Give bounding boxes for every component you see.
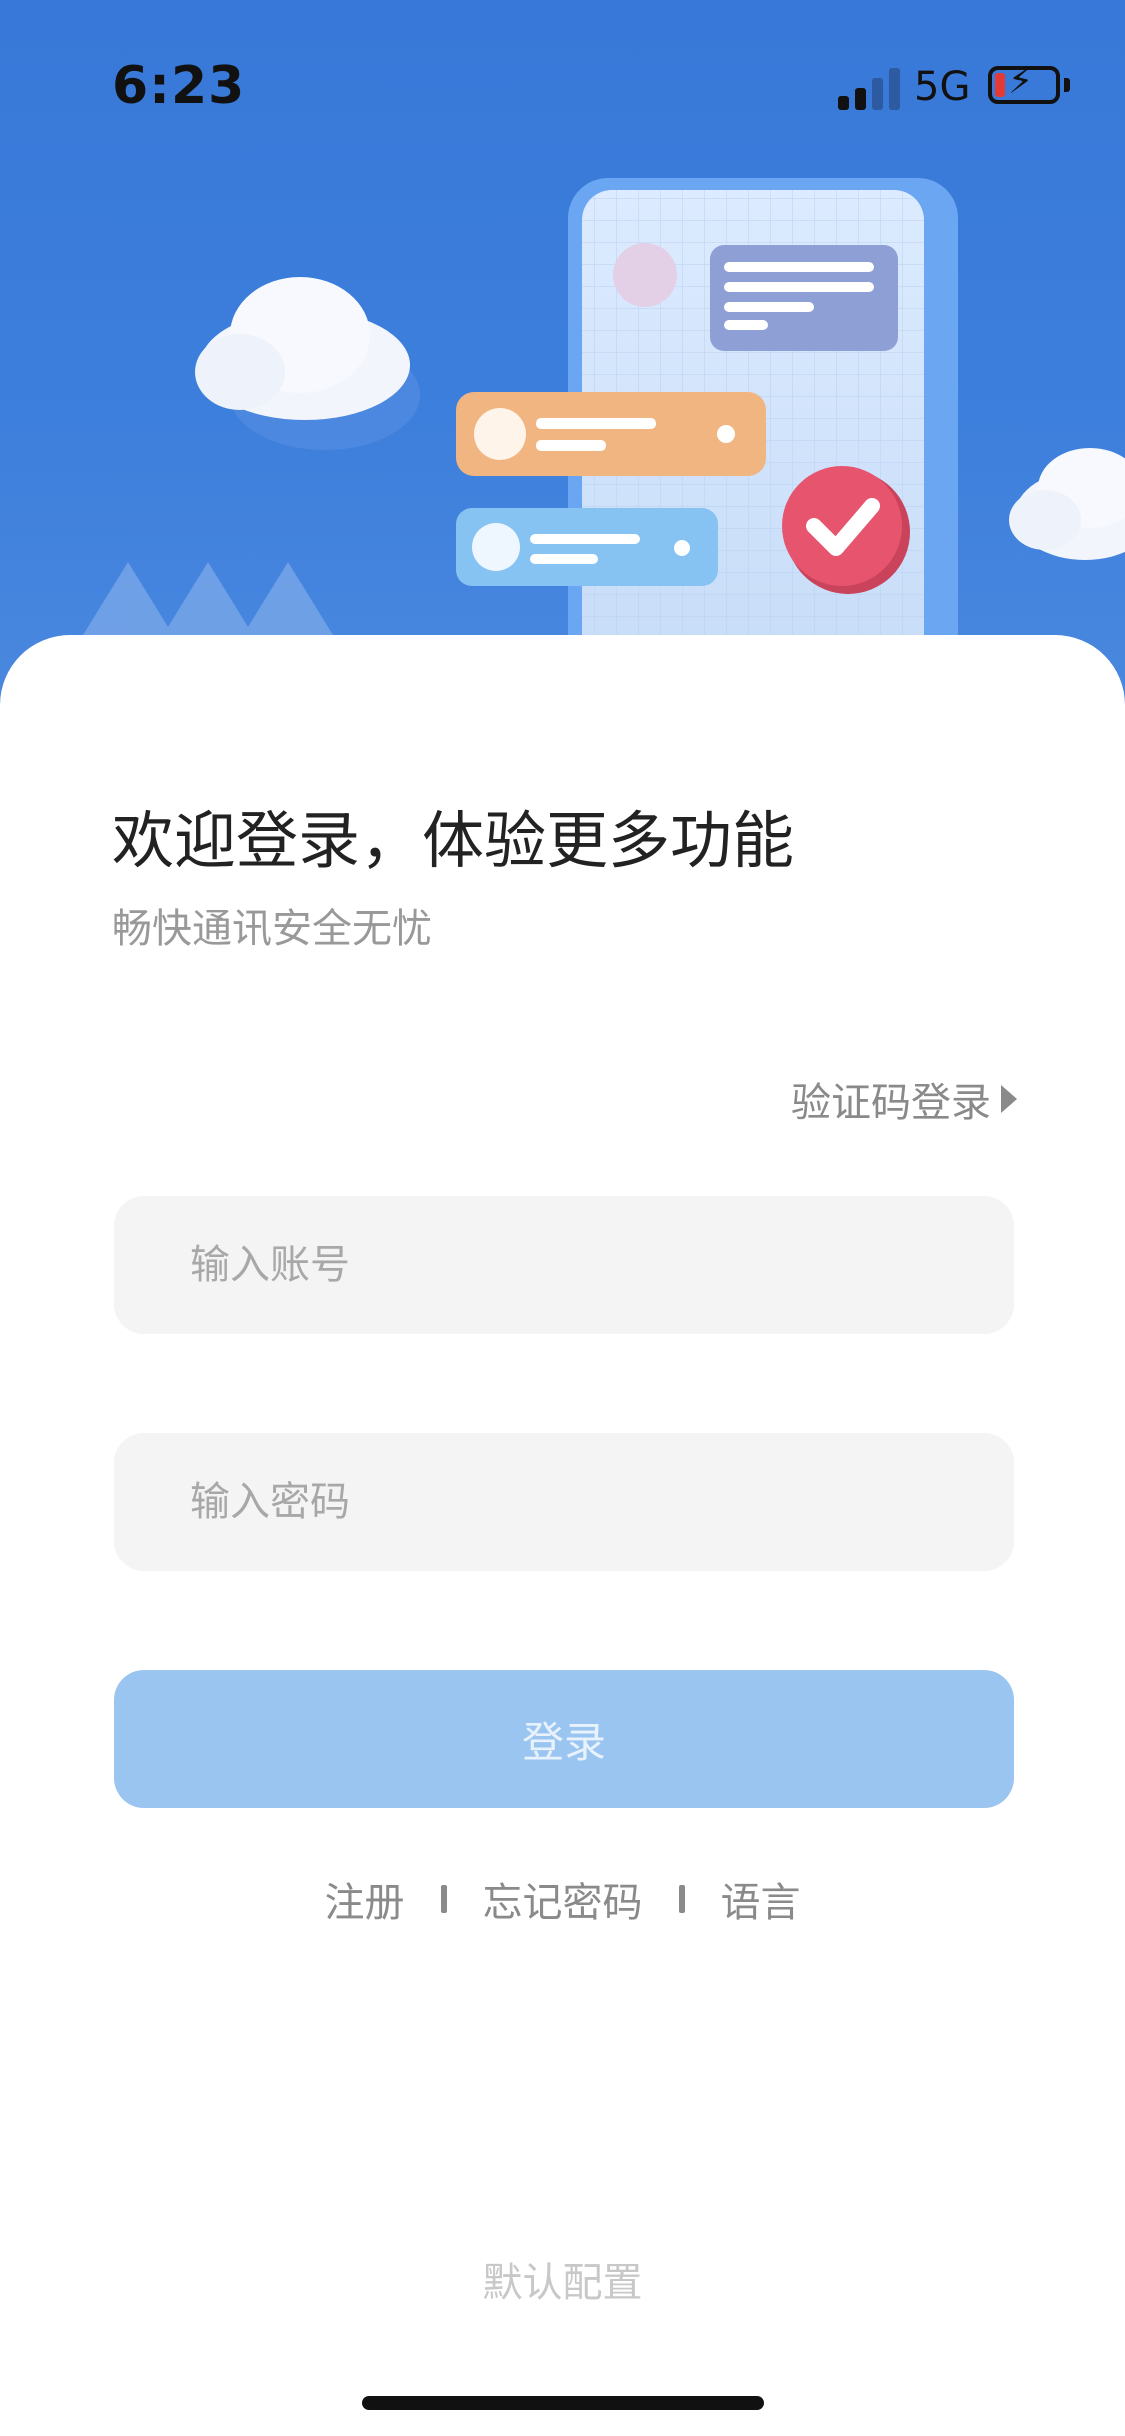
message-bubble [456,392,766,476]
battery-cap [1064,78,1070,92]
account-input[interactable] [114,1196,1014,1334]
battery-charging-icon: ⚡ [988,64,1060,104]
divider [440,1885,447,1913]
cloud-icon [1009,448,1125,560]
sms-login-link[interactable]: 验证码登录 [791,1070,1017,1128]
divider [678,1885,685,1913]
page-title: 欢迎登录，体验更多功能 [112,804,795,877]
password-field[interactable] [114,1433,1014,1571]
chevron-right-icon [1001,1085,1017,1113]
status-time: 6:23 [112,56,246,116]
home-indicator [362,2396,764,2410]
language-link[interactable]: 语言 [721,1870,801,1928]
register-link[interactable]: 注册 [325,1870,405,1928]
hero-illustration: 6:23 5G ⚡ [0,0,1125,700]
page-subtitle: 畅快通讯安全无忧 [112,906,432,952]
message-bubble [456,508,718,586]
network-type: 5G [914,64,971,110]
sms-login-label: 验证码登录 [791,1080,991,1126]
footer-links: 注册 忘记密码 语言 [0,1870,1125,1928]
signal-icon [838,68,902,110]
login-button[interactable]: 登录 [114,1670,1014,1808]
default-config-link[interactable]: 默认配置 [0,2250,1125,2308]
status-bar: 6:23 5G ⚡ [0,0,1125,140]
glass-blocks [80,562,336,640]
password-input[interactable] [114,1433,1014,1571]
forgot-password-link[interactable]: 忘记密码 [483,1870,643,1928]
cloud-icon [195,277,420,450]
account-field[interactable] [114,1196,1014,1334]
